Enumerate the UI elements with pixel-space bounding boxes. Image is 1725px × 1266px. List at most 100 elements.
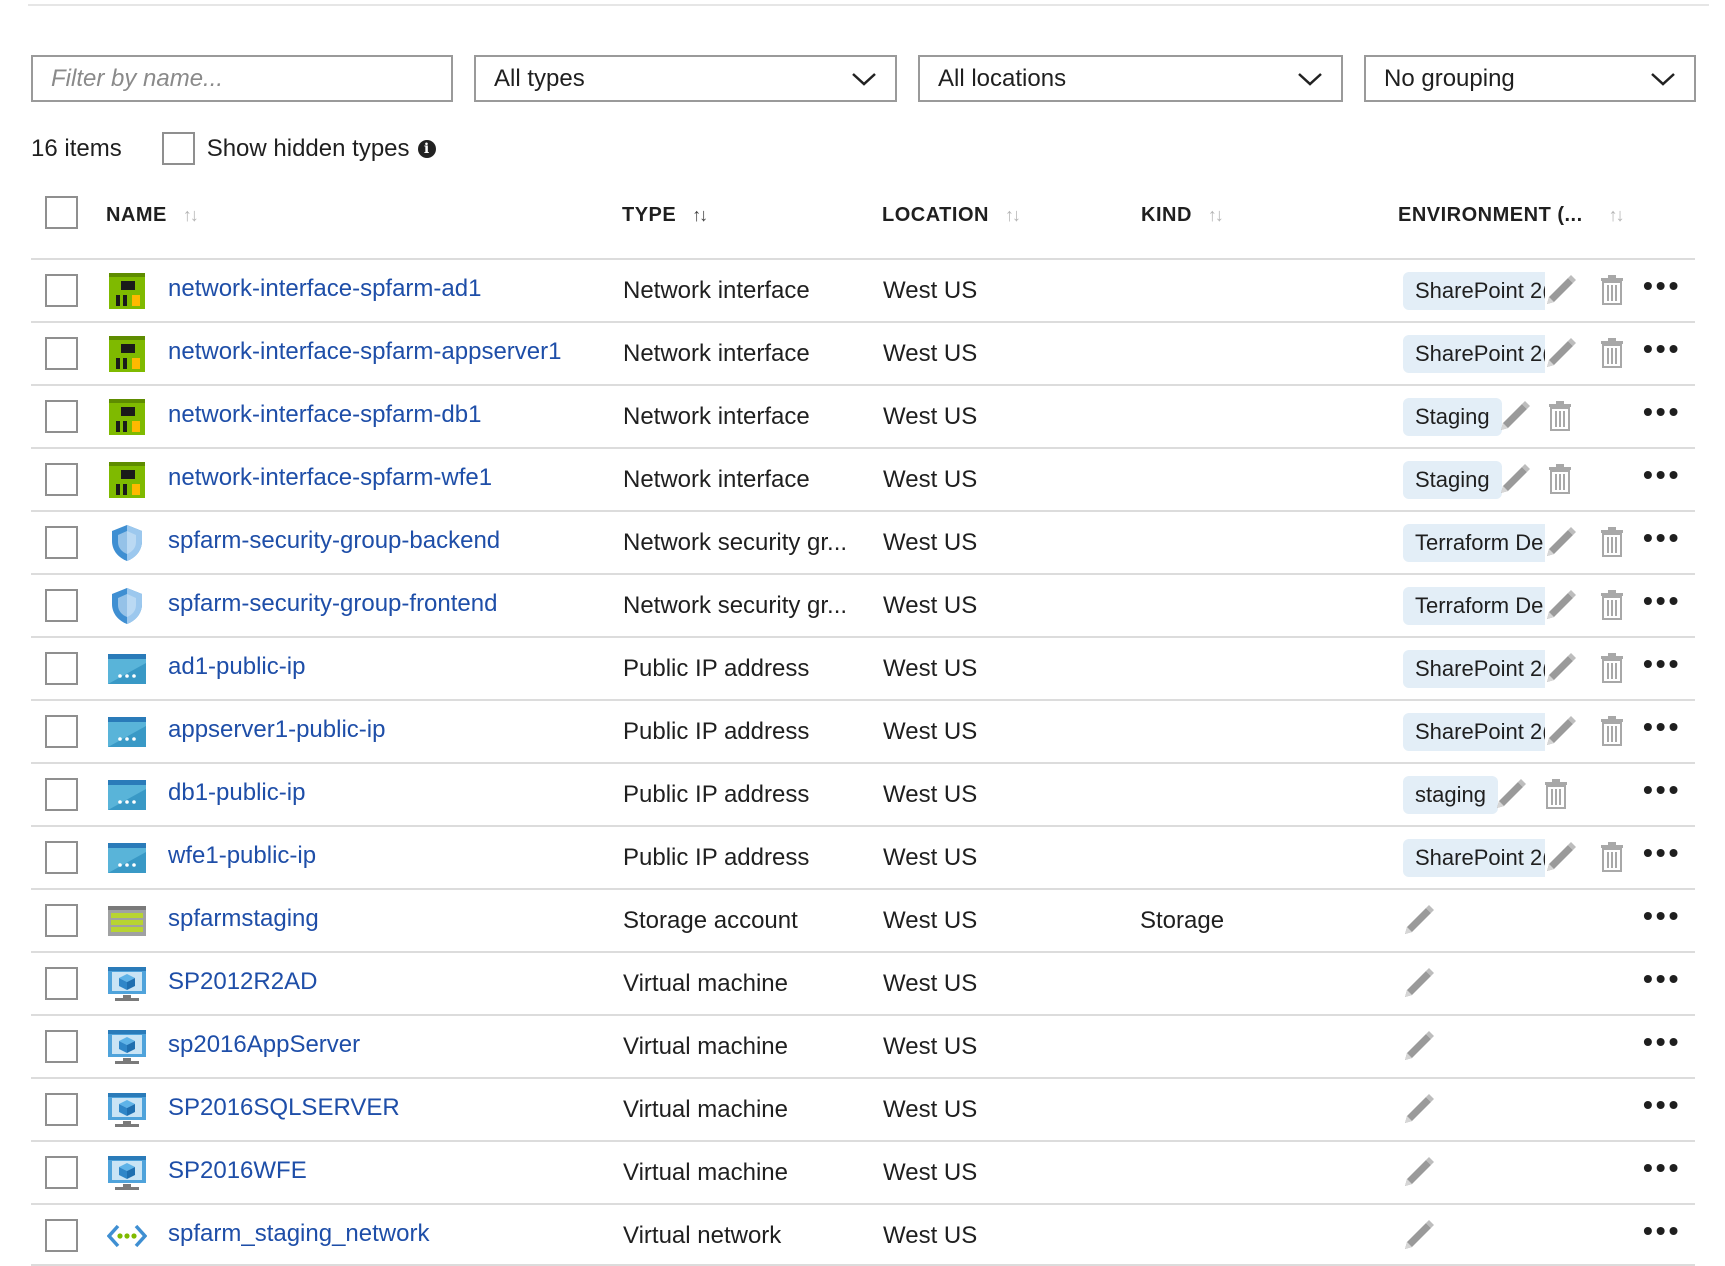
- resource-name-link[interactable]: wfe1-public-ip: [168, 842, 316, 870]
- more-options-button[interactable]: •••: [1643, 333, 1681, 365]
- resource-name-link[interactable]: spfarm-security-group-backend: [168, 527, 500, 555]
- environment-tag: SharePoint 2(: [1403, 650, 1545, 688]
- trash-icon[interactable]: [1599, 589, 1625, 621]
- pencil-icon[interactable]: [1399, 1091, 1437, 1129]
- sort-arrows-icon: ↑↓: [692, 205, 708, 225]
- pencil-icon[interactable]: [1541, 839, 1579, 877]
- pencil-icon[interactable]: [1399, 902, 1437, 940]
- column-header-kind[interactable]: KIND ↑↓: [1141, 204, 1224, 227]
- show-hidden-types-checkbox[interactable]: [161, 132, 195, 165]
- row-checkbox[interactable]: [45, 778, 78, 811]
- environment-tag: SharePoint 2(: [1403, 272, 1545, 310]
- sort-arrows-icon: ↑↓: [1004, 205, 1021, 225]
- row-checkbox[interactable]: [45, 1093, 78, 1126]
- resource-name-link[interactable]: spfarmstaging: [168, 905, 319, 933]
- more-options-button[interactable]: •••: [1643, 711, 1681, 743]
- resource-name-link[interactable]: ad1-public-ip: [168, 653, 305, 681]
- chevron-down-icon: [1298, 72, 1322, 86]
- trash-icon[interactable]: [1547, 400, 1573, 432]
- info-icon[interactable]: i: [417, 139, 436, 158]
- resource-name-link[interactable]: spfarm_staging_network: [168, 1220, 429, 1248]
- table-row: network-interface-spfarm-appserver1 Netwo…: [31, 321, 1695, 384]
- trash-icon[interactable]: [1599, 841, 1625, 873]
- resource-name-link[interactable]: sp2016AppServer: [168, 1031, 360, 1059]
- pencil-icon[interactable]: [1399, 965, 1437, 1003]
- resource-name-link[interactable]: appserver1-public-ip: [168, 716, 385, 744]
- trash-icon[interactable]: [1547, 463, 1573, 495]
- pencil-icon[interactable]: [1541, 650, 1579, 688]
- pencil-icon[interactable]: [1399, 1154, 1437, 1192]
- pencil-icon[interactable]: [1495, 461, 1533, 499]
- trash-icon[interactable]: [1599, 274, 1625, 306]
- row-checkbox[interactable]: [45, 463, 78, 496]
- row-checkbox[interactable]: [45, 715, 78, 748]
- more-options-button[interactable]: •••: [1643, 1026, 1681, 1058]
- more-options-button[interactable]: •••: [1643, 1089, 1681, 1121]
- trash-icon[interactable]: [1599, 526, 1625, 558]
- resource-name-link[interactable]: SP2012R2AD: [168, 968, 317, 996]
- column-label: KIND: [1141, 204, 1192, 226]
- select-all-checkbox[interactable]: [45, 196, 78, 229]
- more-options-button[interactable]: •••: [1643, 837, 1681, 869]
- column-header-environment[interactable]: ENVIRONMENT (... ↑↓: [1398, 204, 1625, 227]
- more-options-button[interactable]: •••: [1643, 270, 1681, 302]
- row-checkbox[interactable]: [45, 337, 78, 370]
- resource-name-link[interactable]: network-interface-spfarm-wfe1: [168, 464, 492, 492]
- more-options-button[interactable]: •••: [1643, 396, 1681, 428]
- column-header-location[interactable]: LOCATION ↑↓: [882, 204, 1021, 227]
- row-checkbox[interactable]: [45, 652, 78, 685]
- virtual-machine-icon: [107, 964, 147, 1004]
- pencil-icon[interactable]: [1541, 335, 1579, 373]
- summary-bar: 16 items Show hidden types i: [31, 132, 436, 165]
- resource-name-link[interactable]: network-interface-spfarm-db1: [168, 401, 481, 429]
- filter-by-name-input[interactable]: Filter by name...: [31, 55, 453, 102]
- grouping-dropdown[interactable]: No grouping: [1364, 55, 1696, 102]
- pencil-icon[interactable]: [1495, 398, 1533, 436]
- pencil-icon[interactable]: [1399, 1217, 1437, 1255]
- environment-tag: Terraform De: [1403, 524, 1545, 562]
- environment-tag: Staging: [1403, 398, 1502, 436]
- more-options-button[interactable]: •••: [1643, 1152, 1681, 1184]
- pencil-icon[interactable]: [1399, 1028, 1437, 1066]
- row-checkbox[interactable]: [45, 1156, 78, 1189]
- row-checkbox[interactable]: [45, 1030, 78, 1063]
- row-checkbox[interactable]: [45, 1219, 78, 1252]
- resource-location: West US: [883, 907, 978, 934]
- trash-icon[interactable]: [1599, 652, 1625, 684]
- row-checkbox[interactable]: [45, 526, 78, 559]
- row-checkbox[interactable]: [45, 400, 78, 433]
- more-options-button[interactable]: •••: [1643, 1215, 1681, 1247]
- more-options-button[interactable]: •••: [1643, 774, 1681, 806]
- row-checkbox[interactable]: [45, 841, 78, 874]
- row-checkbox[interactable]: [45, 967, 78, 1000]
- more-options-button[interactable]: •••: [1643, 900, 1681, 932]
- row-checkbox[interactable]: [45, 904, 78, 937]
- trash-icon[interactable]: [1599, 715, 1625, 747]
- trash-icon[interactable]: [1599, 337, 1625, 369]
- more-options-button[interactable]: •••: [1643, 459, 1681, 491]
- resource-name-link[interactable]: SP2016SQLSERVER: [168, 1094, 400, 1122]
- more-options-button[interactable]: •••: [1643, 585, 1681, 617]
- column-header-type[interactable]: TYPE ↑↓: [622, 204, 708, 227]
- resource-name-link[interactable]: db1-public-ip: [168, 779, 305, 807]
- network-interface-icon: [107, 334, 147, 374]
- resource-name-link[interactable]: network-interface-spfarm-ad1: [168, 275, 481, 303]
- more-options-button[interactable]: •••: [1643, 522, 1681, 554]
- type-filter-dropdown[interactable]: All types: [474, 55, 897, 102]
- column-header-name[interactable]: NAME ↑↓: [106, 204, 199, 227]
- trash-icon[interactable]: [1543, 778, 1569, 810]
- pencil-icon[interactable]: [1541, 587, 1579, 625]
- resource-name-link[interactable]: SP2016WFE: [168, 1157, 307, 1185]
- location-filter-dropdown[interactable]: All locations: [918, 55, 1343, 102]
- resource-name-link[interactable]: network-interface-spfarm-appserver1: [168, 338, 561, 366]
- pencil-icon[interactable]: [1541, 713, 1579, 751]
- pencil-icon[interactable]: [1541, 272, 1579, 310]
- pencil-icon[interactable]: [1541, 524, 1579, 562]
- resource-name-link[interactable]: spfarm-security-group-frontend: [168, 590, 497, 618]
- row-checkbox[interactable]: [45, 274, 78, 307]
- table-row: network-interface-spfarm-db1 Network inte…: [31, 384, 1695, 447]
- row-checkbox[interactable]: [45, 589, 78, 622]
- more-options-button[interactable]: •••: [1643, 963, 1681, 995]
- pencil-icon[interactable]: [1491, 776, 1529, 814]
- more-options-button[interactable]: •••: [1643, 648, 1681, 680]
